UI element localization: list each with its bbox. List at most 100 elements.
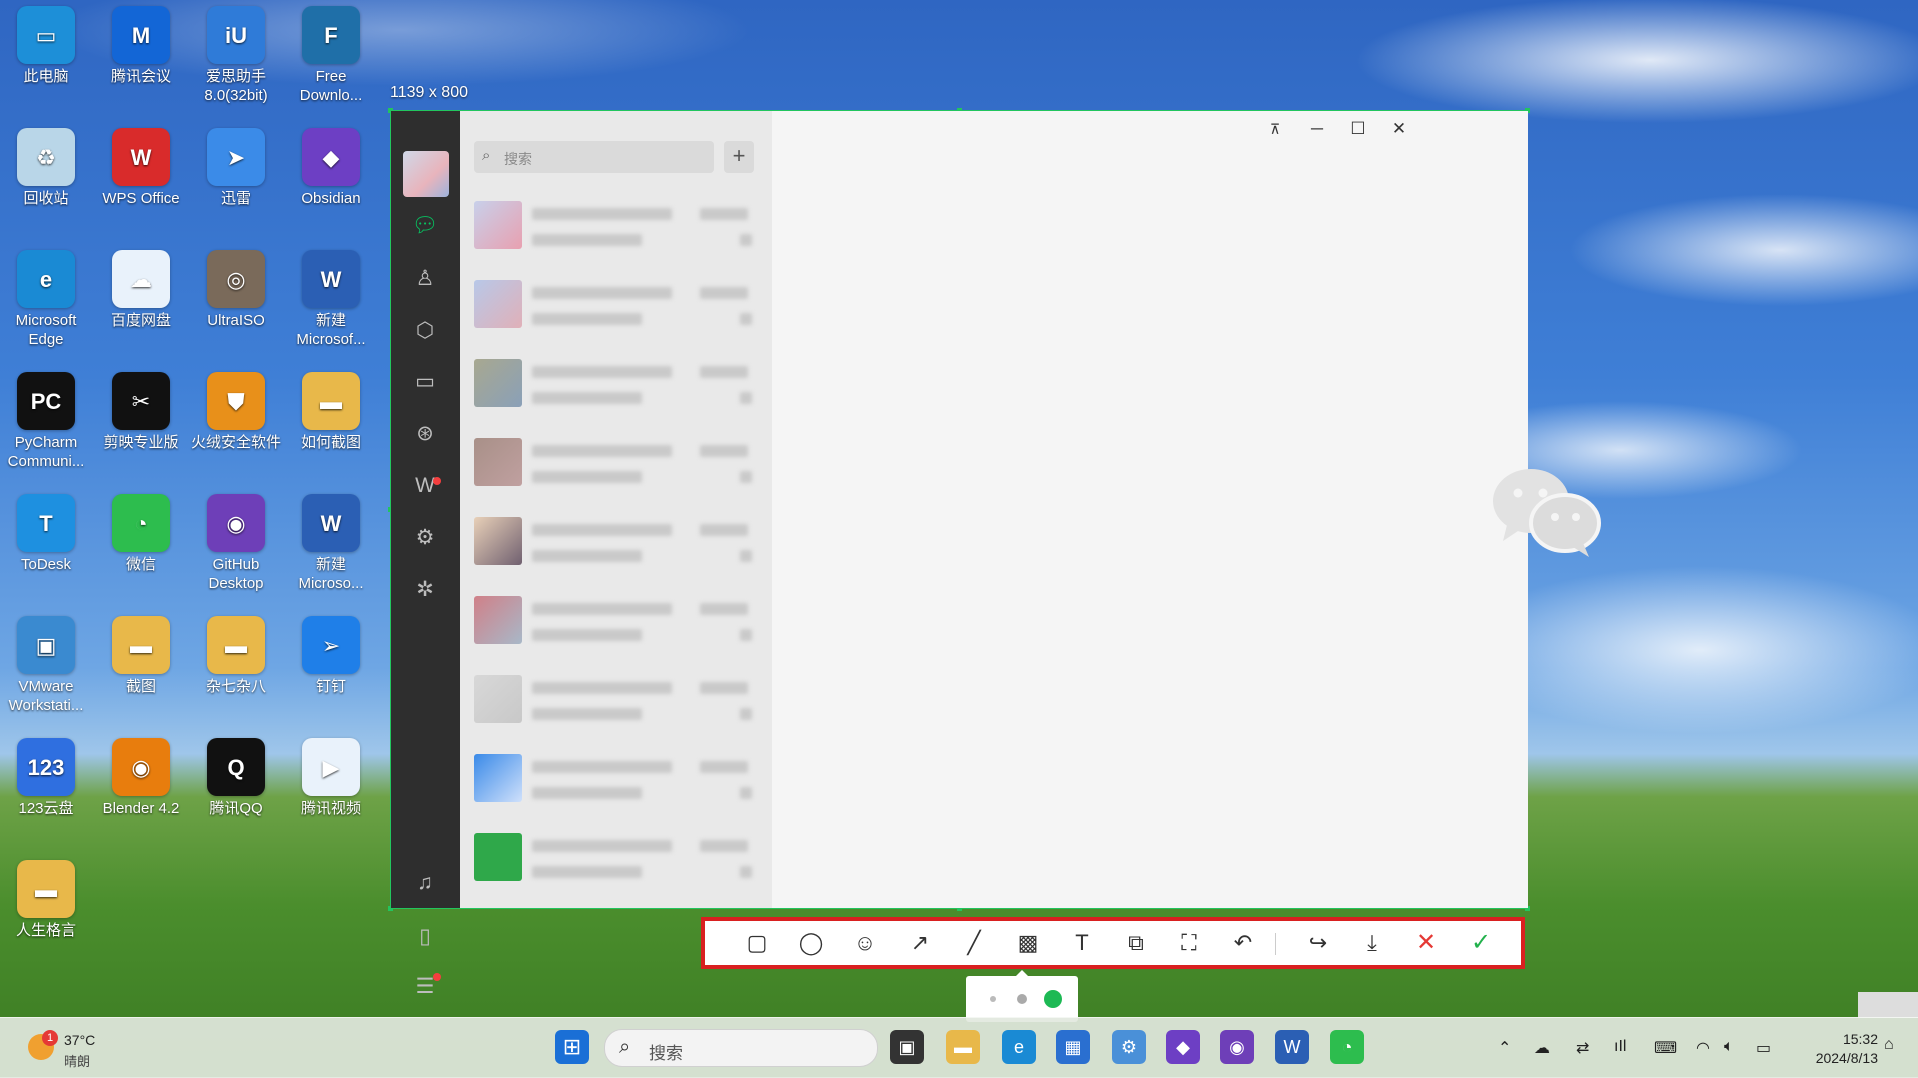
battery-icon[interactable]: ▭	[1756, 1038, 1771, 1058]
desktop-icon[interactable]: M 腾讯会议	[95, 0, 187, 86]
store-icon[interactable]: ▦	[1056, 1030, 1090, 1064]
desktop-icon[interactable]: ▬ 截图	[95, 610, 187, 696]
contacts-icon[interactable]: ♙	[411, 265, 439, 293]
blurred-text	[532, 787, 642, 799]
chat-list-item[interactable]	[460, 502, 772, 580]
desktop-icon[interactable]: ▭ 此电脑	[0, 0, 92, 86]
desktop-icon[interactable]: ✂ 剪映专业版	[95, 366, 187, 452]
github-desktop-icon[interactable]: ◉	[1220, 1030, 1254, 1064]
contact-avatar	[474, 596, 522, 644]
desktop-icon[interactable]: ◉ GitHub Desktop	[190, 488, 282, 593]
add-button[interactable]: +	[724, 141, 754, 173]
desktop-icon[interactable]: W 新建 Microso...	[285, 488, 377, 593]
word-icon[interactable]: W	[1275, 1030, 1309, 1064]
avatar[interactable]	[403, 151, 449, 197]
search-input[interactable]: ⌕ 搜索	[474, 141, 714, 173]
phone-icon[interactable]: ▯	[411, 923, 439, 951]
contact-avatar	[474, 517, 522, 565]
desktop-icon[interactable]: ➤ 迅雷	[190, 122, 282, 208]
wechat-taskbar-icon[interactable]: ◔	[1330, 1030, 1364, 1064]
desktop-icon[interactable]: 123 123云盘	[0, 732, 92, 818]
ocr-tool[interactable]: ⛶	[1173, 928, 1205, 958]
desktop-icon[interactable]: Q 腾讯QQ	[190, 732, 282, 818]
ellipse-tool[interactable]: ◯	[795, 928, 827, 958]
meter-icon[interactable]: ıIl	[1614, 1038, 1626, 1056]
arrow-tool[interactable]: ↗	[904, 928, 936, 958]
file-explorer-icon[interactable]: ▬	[946, 1030, 980, 1064]
desktop-icon[interactable]: ▣ VMware Workstati...	[0, 610, 92, 715]
task-view-icon[interactable]: ▣	[890, 1030, 924, 1064]
desktop-icon[interactable]: ▶ 腾讯视频	[285, 732, 377, 818]
size-small-dot[interactable]	[990, 996, 996, 1002]
minimize-button[interactable]: ─	[1302, 117, 1332, 141]
chat-list-item[interactable]	[460, 818, 772, 896]
chat-list-item[interactable]	[460, 265, 772, 343]
confirm-tool[interactable]: ✓	[1465, 928, 1497, 958]
rectangle-tool[interactable]: ▢	[741, 928, 773, 958]
folder-icon[interactable]: ▭	[411, 368, 439, 396]
desktop-icon[interactable]: ▬ 杂七杂八	[190, 610, 282, 696]
sliders-icon[interactable]: ⇄	[1576, 1038, 1589, 1058]
pen-tool[interactable]: ╱	[958, 928, 990, 958]
desktop-icon[interactable]: PC PyCharm Communi...	[0, 366, 92, 471]
chat-list-item[interactable]	[460, 660, 772, 738]
desktop-icon[interactable]: F Free Downlo...	[285, 0, 377, 105]
desktop-icon[interactable]: ♻ 回收站	[0, 122, 92, 208]
cancel-tool[interactable]: ✕	[1410, 928, 1442, 958]
start-button[interactable]: ⊞	[555, 1030, 589, 1064]
desktop-icon[interactable]: ◔ 微信	[95, 488, 187, 574]
app-icon: ◆	[302, 128, 360, 186]
desktop-icon[interactable]: ◆ Obsidian	[285, 122, 377, 208]
desktop-icon[interactable]: ➢ 钉钉	[285, 610, 377, 696]
taskbar-search[interactable]: ⌕ 搜索	[604, 1029, 878, 1067]
desktop-icon[interactable]: ▬ 如何截图	[285, 366, 377, 452]
chevron-up-icon[interactable]: ⌃	[1498, 1038, 1511, 1058]
sparkle-icon[interactable]: ✲	[411, 576, 439, 604]
desktop-icon[interactable]: e Microsoft Edge	[0, 244, 92, 349]
text-tool[interactable]: T	[1066, 928, 1098, 958]
size-large-dot[interactable]	[1044, 990, 1062, 1008]
desktop-icon[interactable]: ⛊ 火绒安全软件	[190, 366, 282, 452]
desktop-icon[interactable]: ▬ 人生格言	[0, 854, 92, 940]
chat-list-item[interactable]	[460, 581, 772, 659]
settings-icon[interactable]: ⚙	[411, 524, 439, 552]
volume-icon[interactable]: 🔈︎	[1724, 1038, 1734, 1056]
keyboard-icon[interactable]: ⌨	[1654, 1038, 1677, 1058]
chat-list-item[interactable]	[460, 739, 772, 817]
pin-to-screen-tool[interactable]: ⧉	[1120, 928, 1152, 958]
close-button[interactable]: ✕	[1384, 117, 1414, 141]
settings-app-icon[interactable]: ⚙	[1112, 1030, 1146, 1064]
desktop-icon[interactable]: ☁ 百度网盘	[95, 244, 187, 330]
share-tool[interactable]: ↪	[1302, 928, 1334, 958]
undo-tool[interactable]: ↶	[1227, 928, 1259, 958]
capture-region[interactable]: 💬︎ ♙ ⬡ ▭ ⊛ W ⚙ ✲ ♫ ▯ ☰ ⌕ 搜索 + ⊼ ─ ☐ ✕	[388, 108, 1601, 998]
obsidian-icon[interactable]: ◆	[1166, 1030, 1200, 1064]
desktop-icon[interactable]: ◎ UltraISO	[190, 244, 282, 330]
desktop-icon[interactable]: W 新建 Microsof...	[285, 244, 377, 349]
desktop-icon[interactable]: ◉ Blender 4.2	[95, 732, 187, 818]
edge-icon[interactable]: e	[1002, 1030, 1036, 1064]
mini-program-icon[interactable]: ♫	[411, 869, 439, 897]
size-medium-dot[interactable]	[1017, 994, 1027, 1004]
mosaic-tool[interactable]: ▩	[1012, 928, 1044, 958]
favorites-icon[interactable]: ⬡	[411, 317, 439, 345]
weather-widget[interactable]: 1 37°C 晴朗	[28, 1030, 138, 1070]
chat-list-item[interactable]	[460, 344, 772, 422]
moments-icon[interactable]: ⊛	[411, 420, 439, 448]
emoji-tool[interactable]: ☺	[849, 928, 881, 958]
notification-icon[interactable]: ⌂	[1884, 1036, 1894, 1054]
pin-icon[interactable]: ⊼	[1260, 117, 1290, 141]
chat-list-item[interactable]	[460, 186, 772, 264]
desktop-icon[interactable]: iU 爱思助手 8.0(32bit)	[190, 0, 282, 105]
save-tool[interactable]: ⤓	[1356, 928, 1388, 958]
wifi-icon[interactable]: ◠	[1696, 1038, 1710, 1058]
chat-list-item[interactable]	[460, 423, 772, 501]
clock[interactable]: 15:32 2024/8/13	[1798, 1030, 1878, 1068]
desktop-icon-label: 剪映专业版	[103, 434, 179, 451]
cloud-icon[interactable]: ☁	[1534, 1038, 1550, 1058]
desktop-icon[interactable]: T ToDesk	[0, 488, 92, 574]
maximize-button[interactable]: ☐	[1343, 117, 1373, 141]
grid-toggle-button[interactable]	[1858, 992, 1918, 1018]
chat-icon[interactable]: 💬︎	[411, 212, 439, 240]
desktop-icon[interactable]: W WPS Office	[95, 122, 187, 208]
